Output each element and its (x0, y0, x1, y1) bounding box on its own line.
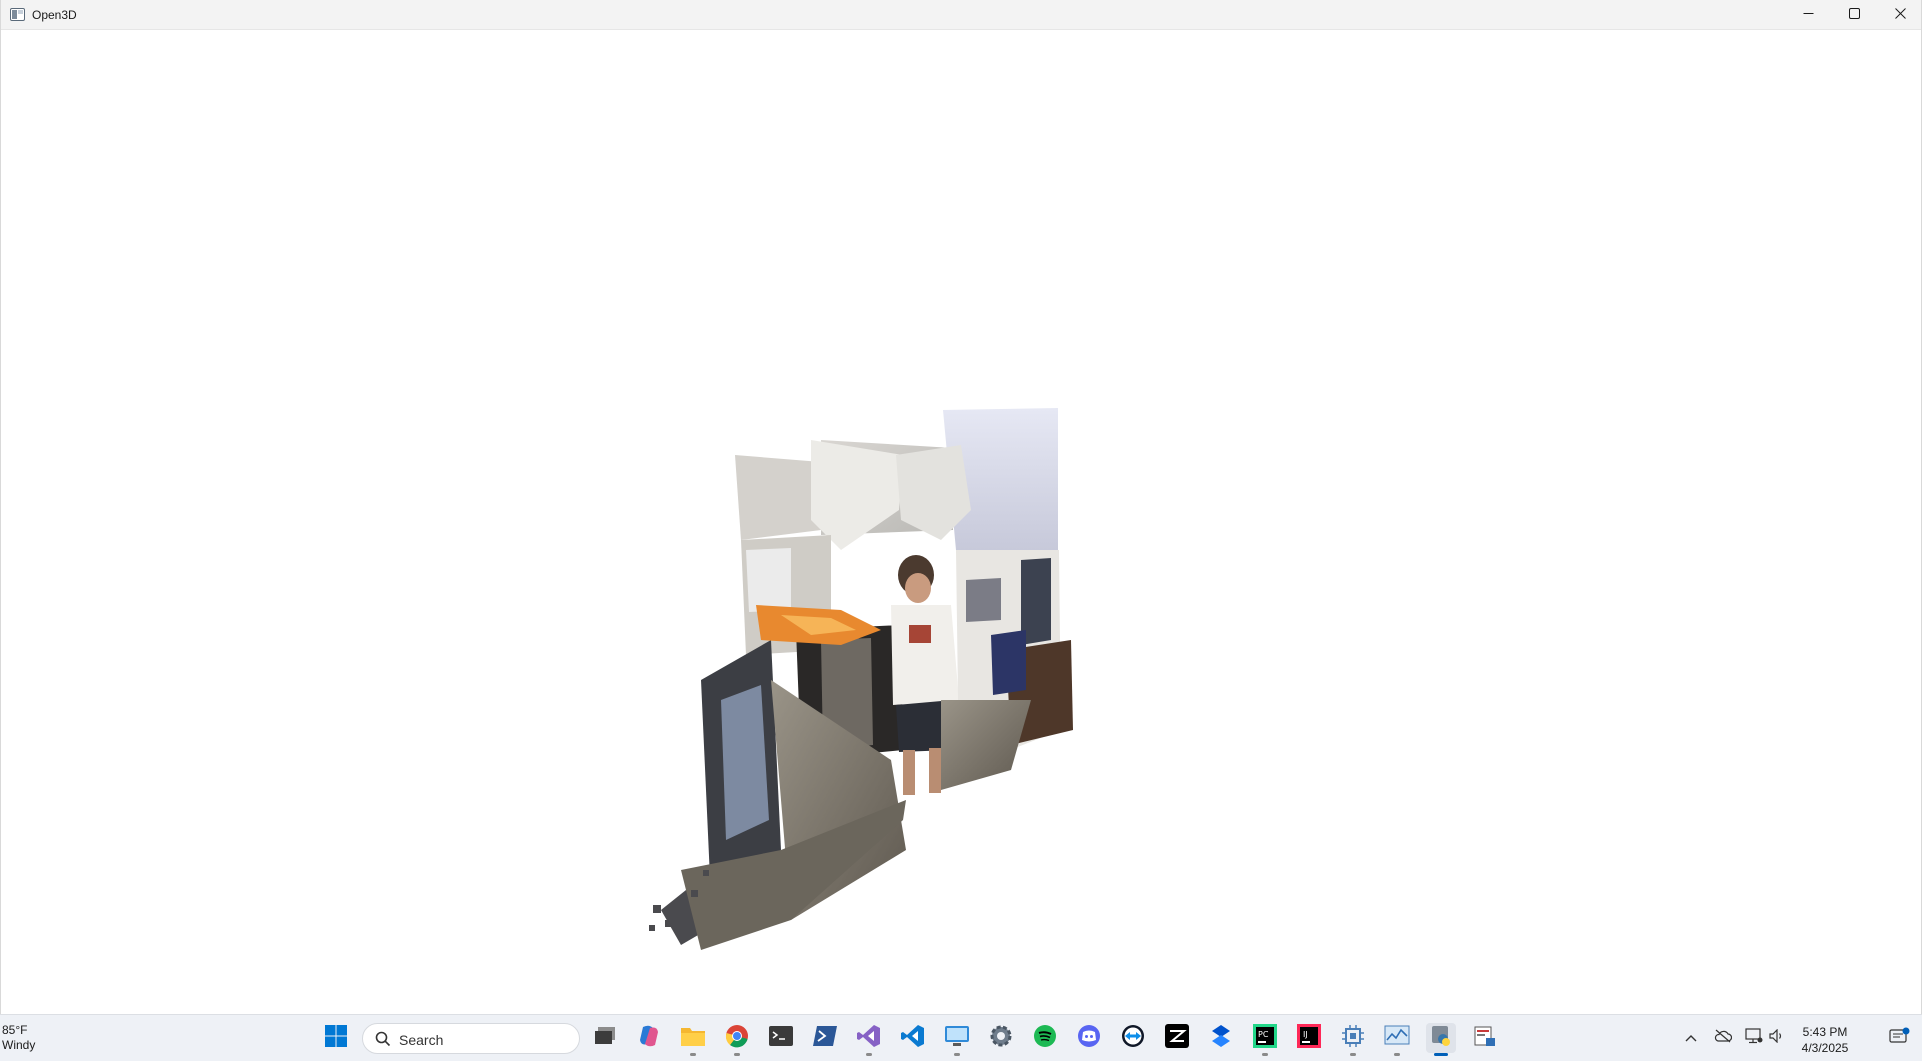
taskbar: 85°F Windy Search PC IJ 5:43 PM 4/3/2025 (0, 1014, 1922, 1061)
pycharm-button[interactable]: PC (1250, 1023, 1280, 1056)
settings-icon (989, 1024, 1013, 1053)
running-indicator (866, 1053, 872, 1056)
intellij-icon: IJ (1297, 1023, 1321, 1053)
network-tray-button[interactable] (1744, 1027, 1764, 1049)
maximize-button[interactable] (1831, 0, 1877, 30)
pycharm-icon: PC (1253, 1023, 1277, 1053)
vscode-icon (901, 1024, 925, 1053)
sourcetree-icon (1209, 1024, 1233, 1053)
clock-time: 5:43 PM (1802, 1025, 1848, 1039)
resource-monitor-button[interactable] (1382, 1023, 1412, 1056)
weather-widget[interactable]: 85°F Windy (2, 1023, 35, 1053)
search-label: Search (399, 1032, 444, 1048)
resource-monitor-icon (1384, 1025, 1410, 1052)
python-icon (1429, 1024, 1453, 1053)
teamviewer-icon (1121, 1024, 1145, 1053)
visual-studio-icon (857, 1024, 881, 1053)
system-clock[interactable]: 5:43 PM 4/3/2025 (1790, 1024, 1860, 1056)
app-icon (10, 8, 25, 21)
chrome-button[interactable] (722, 1023, 752, 1056)
terminal-icon (769, 1025, 793, 1051)
open3d-window: Open3D (0, 0, 1922, 1014)
running-indicator (1394, 1053, 1400, 1056)
powershell-button[interactable] (810, 1023, 840, 1053)
file-explorer-icon (680, 1025, 706, 1052)
notification-center-button[interactable] (1889, 1027, 1911, 1050)
start-button[interactable] (321, 1023, 351, 1053)
search-box[interactable]: Search (362, 1023, 580, 1054)
visual-studio-button[interactable] (854, 1023, 884, 1056)
copilot-icon (637, 1024, 661, 1053)
capcut-icon (1165, 1023, 1189, 1053)
teamviewer-button[interactable] (1118, 1023, 1148, 1053)
remote-desktop-button[interactable] (942, 1023, 972, 1056)
chip-tool-icon (1341, 1024, 1365, 1053)
maximize-icon (1848, 6, 1860, 24)
running-indicator (954, 1053, 960, 1056)
start-icon (324, 1024, 348, 1053)
python-button[interactable] (1426, 1023, 1456, 1056)
task-view-icon (593, 1026, 617, 1051)
clock-date: 4/3/2025 (1801, 1041, 1849, 1055)
settings-button[interactable] (986, 1023, 1016, 1053)
close-icon (1894, 6, 1906, 24)
search-icon (375, 1031, 391, 1052)
running-indicator (1262, 1053, 1268, 1056)
tray-overflow-button[interactable] (1681, 1028, 1701, 1048)
minimize-icon (1803, 6, 1814, 24)
discord-icon (1077, 1024, 1101, 1053)
intellij-button[interactable]: IJ (1294, 1023, 1324, 1053)
spotify-icon (1033, 1024, 1057, 1053)
cloud-offline-icon (1714, 1029, 1733, 1048)
point-cloud-render (649, 408, 1073, 950)
capcut-button[interactable] (1162, 1023, 1192, 1053)
network-icon (1745, 1027, 1763, 1049)
powershell-icon (813, 1025, 837, 1051)
sourcetree-button[interactable] (1206, 1023, 1236, 1053)
file-explorer-button[interactable] (678, 1023, 708, 1056)
open3d-app-icon (1473, 1024, 1497, 1053)
running-indicator (1350, 1053, 1356, 1056)
volume-tray-button[interactable] (1767, 1028, 1787, 1048)
running-indicator (1434, 1053, 1448, 1056)
3d-viewport[interactable] (1, 30, 1921, 1014)
copilot-button[interactable] (634, 1023, 664, 1053)
remote-desktop-icon (944, 1025, 970, 1052)
speaker-icon (1769, 1028, 1785, 1048)
weather-temperature: 85°F (2, 1023, 28, 1037)
close-button[interactable] (1877, 0, 1922, 30)
running-indicator (690, 1053, 696, 1056)
chip-tool-button[interactable] (1338, 1023, 1368, 1056)
svg-text:IJ: IJ (1303, 1030, 1308, 1039)
chevron-up-icon (1685, 1029, 1697, 1047)
notification-icon (1889, 1027, 1911, 1050)
title-bar[interactable]: Open3D (1, 0, 1921, 30)
onedrive-tray-button[interactable] (1713, 1028, 1733, 1048)
discord-button[interactable] (1074, 1023, 1104, 1053)
terminal-button[interactable] (766, 1023, 796, 1053)
weather-condition: Windy (2, 1038, 36, 1052)
open3d-app-button[interactable] (1470, 1023, 1500, 1053)
task-view-button[interactable] (590, 1023, 620, 1053)
running-indicator (734, 1053, 740, 1056)
spotify-button[interactable] (1030, 1023, 1060, 1053)
svg-text:PC: PC (1258, 1030, 1269, 1039)
window-title: Open3D (32, 8, 77, 22)
minimize-button[interactable] (1785, 0, 1831, 30)
vscode-button[interactable] (898, 1023, 928, 1053)
chrome-icon (725, 1024, 749, 1053)
